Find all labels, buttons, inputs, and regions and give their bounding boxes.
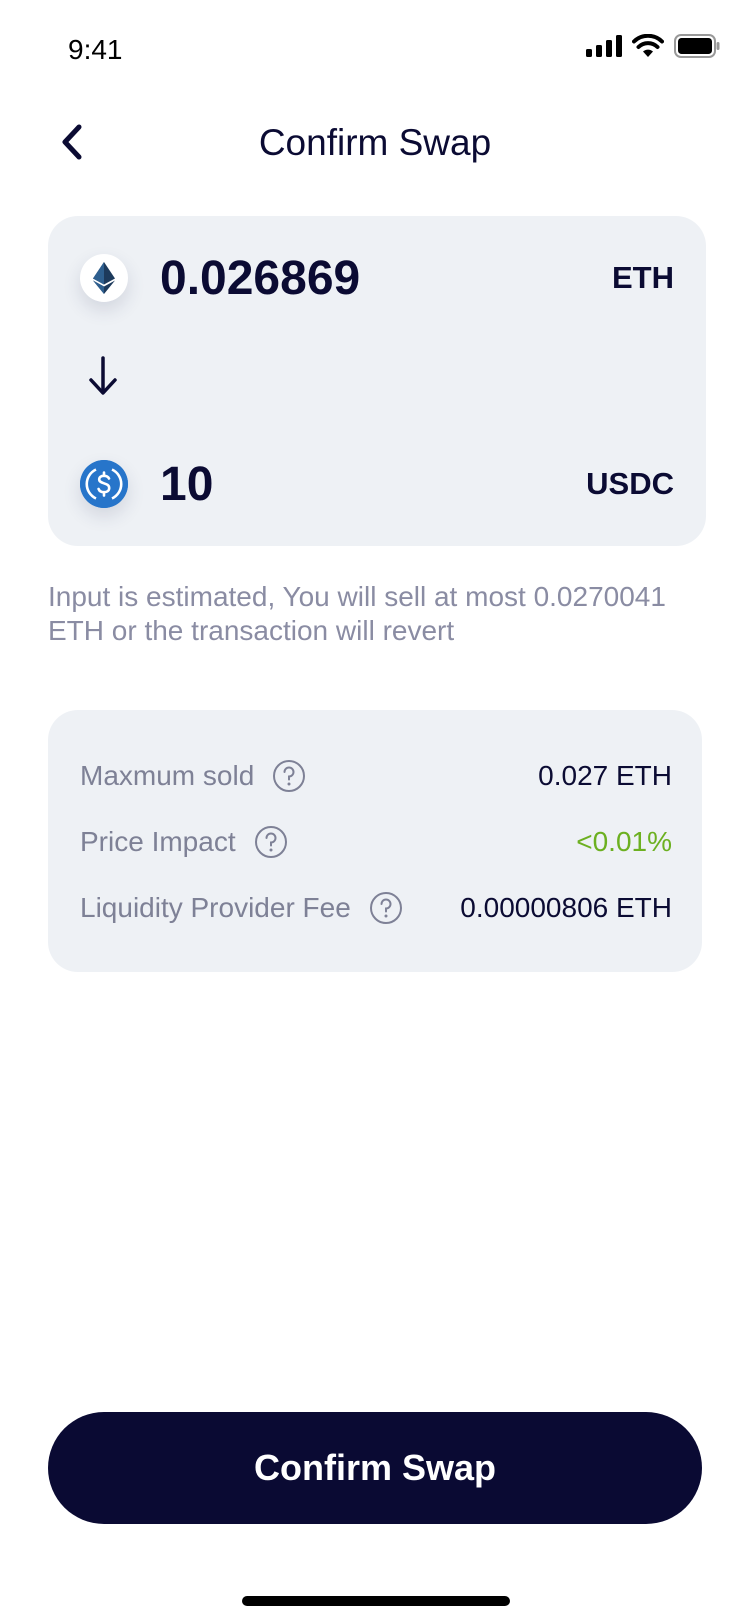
from-token-row: 0.026869 ETH [80, 248, 674, 308]
estimate-note: Input is estimated, You will sell at mos… [48, 581, 666, 646]
detail-value: 0.00000806 ETH [460, 892, 672, 923]
help-icon[interactable] [254, 825, 288, 859]
detail-row-maximum-sold: Maxmum sold 0.027 ETH [80, 756, 672, 796]
from-symbol: ETH [612, 260, 674, 295]
to-token-row: 10 USDC [80, 454, 674, 514]
ethereum-icon [80, 254, 128, 302]
detail-value: 0.027 ETH [538, 760, 672, 791]
help-icon[interactable] [369, 891, 403, 925]
cellular-signal-icon [586, 35, 622, 57]
page-title: Confirm Swap [258, 122, 492, 163]
battery-icon [674, 34, 720, 58]
detail-row-liquidity-provider-fee: Liquidity Provider Fee 0.00000806 ETH [80, 888, 672, 928]
detail-label: Maxmum sold [80, 760, 255, 791]
detail-row-price-impact: Price Impact <0.01% [80, 822, 672, 862]
status-icons [586, 34, 720, 58]
usdc-icon [80, 460, 128, 508]
detail-value: <0.01% [576, 826, 672, 857]
wifi-icon [632, 34, 664, 58]
help-icon[interactable] [272, 759, 306, 793]
home-indicator [242, 1596, 510, 1606]
to-symbol: USDC [586, 466, 674, 501]
arrow-down-icon [86, 356, 120, 401]
detail-label: Price Impact [80, 826, 236, 857]
detail-label: Liquidity Provider Fee [80, 892, 351, 923]
to-amount: 10 [160, 457, 214, 511]
from-amount: 0.026869 [160, 251, 361, 305]
status-time: 9:41 [68, 34, 123, 65]
confirm-swap-button[interactable]: Confirm Swap [48, 1412, 702, 1524]
confirm-swap-screen: 9:41 Confirm Swap 0.026869 ETH 10 USDC I… [0, 0, 750, 1624]
